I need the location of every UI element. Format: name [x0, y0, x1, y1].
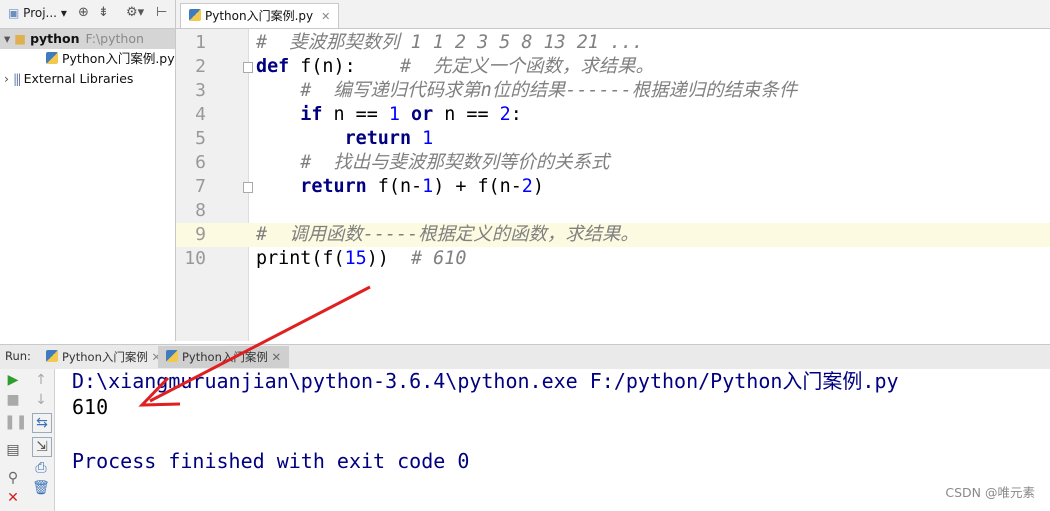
- annotation-arrow: [138, 285, 371, 407]
- watermark: CSDN @唯元素: [945, 485, 1035, 500]
